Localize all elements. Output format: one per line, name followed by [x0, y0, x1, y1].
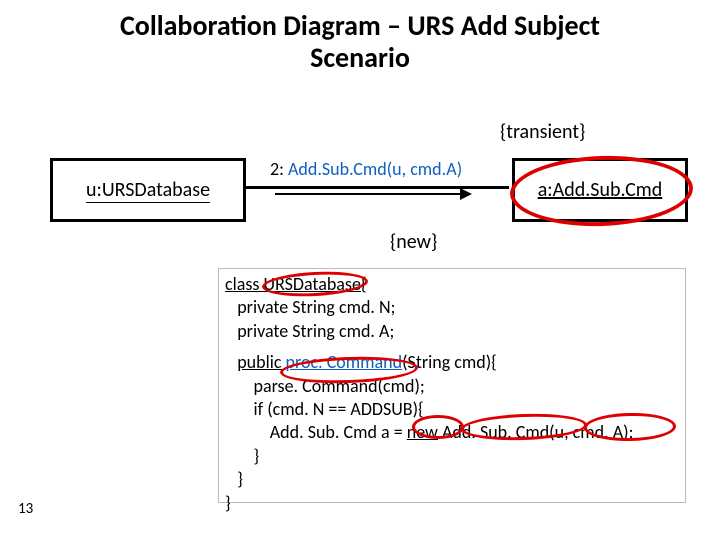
code-line: }: [225, 445, 679, 468]
message-arrow: [275, 193, 470, 195]
object-u-ursdatabase: u:URSDatabase: [50, 158, 246, 222]
blank-line: [225, 343, 679, 351]
code-line: Add. Sub. Cmd a = new Add. Sub. Cmd(u, c…: [225, 421, 679, 444]
message-text: Add.Sub.Cmd(u, cmd.A): [288, 158, 462, 180]
code-line: private String cmd. A;: [225, 320, 679, 343]
code-line: }: [225, 492, 679, 515]
code-line: parse. Command(cmd);: [225, 375, 679, 398]
object-a-addsubcmd: a:Add.Sub.Cmd: [512, 158, 688, 222]
code-line: }: [225, 468, 679, 491]
message-seq: 2:: [270, 158, 288, 180]
code-line: class URSDatabase{: [225, 273, 679, 296]
constraint-transient: {transient}: [500, 120, 585, 144]
slide: Collaboration Diagram – URS Add Subject …: [0, 0, 720, 540]
title-line-1: Collaboration Diagram – URS Add Subject: [120, 8, 600, 43]
code-line: if (cmd. N == ADDSUB){: [225, 398, 679, 421]
constraint-new: {new}: [390, 230, 437, 254]
slide-title: Collaboration Diagram – URS Add Subject …: [0, 10, 720, 74]
code-snippet: class URSDatabase{ private String cmd. N…: [218, 268, 686, 503]
object-left-label: u:URSDatabase: [86, 178, 210, 203]
title-line-2: Scenario: [310, 40, 410, 75]
code-line: public proc. Command(String cmd){: [225, 351, 679, 374]
message-label: 2: Add.Sub.Cmd(u, cmd.A): [270, 158, 462, 180]
object-right-label: a:Add.Sub.Cmd: [538, 178, 663, 202]
page-number: 13: [18, 500, 33, 518]
code-line: private String cmd. N;: [225, 296, 679, 319]
